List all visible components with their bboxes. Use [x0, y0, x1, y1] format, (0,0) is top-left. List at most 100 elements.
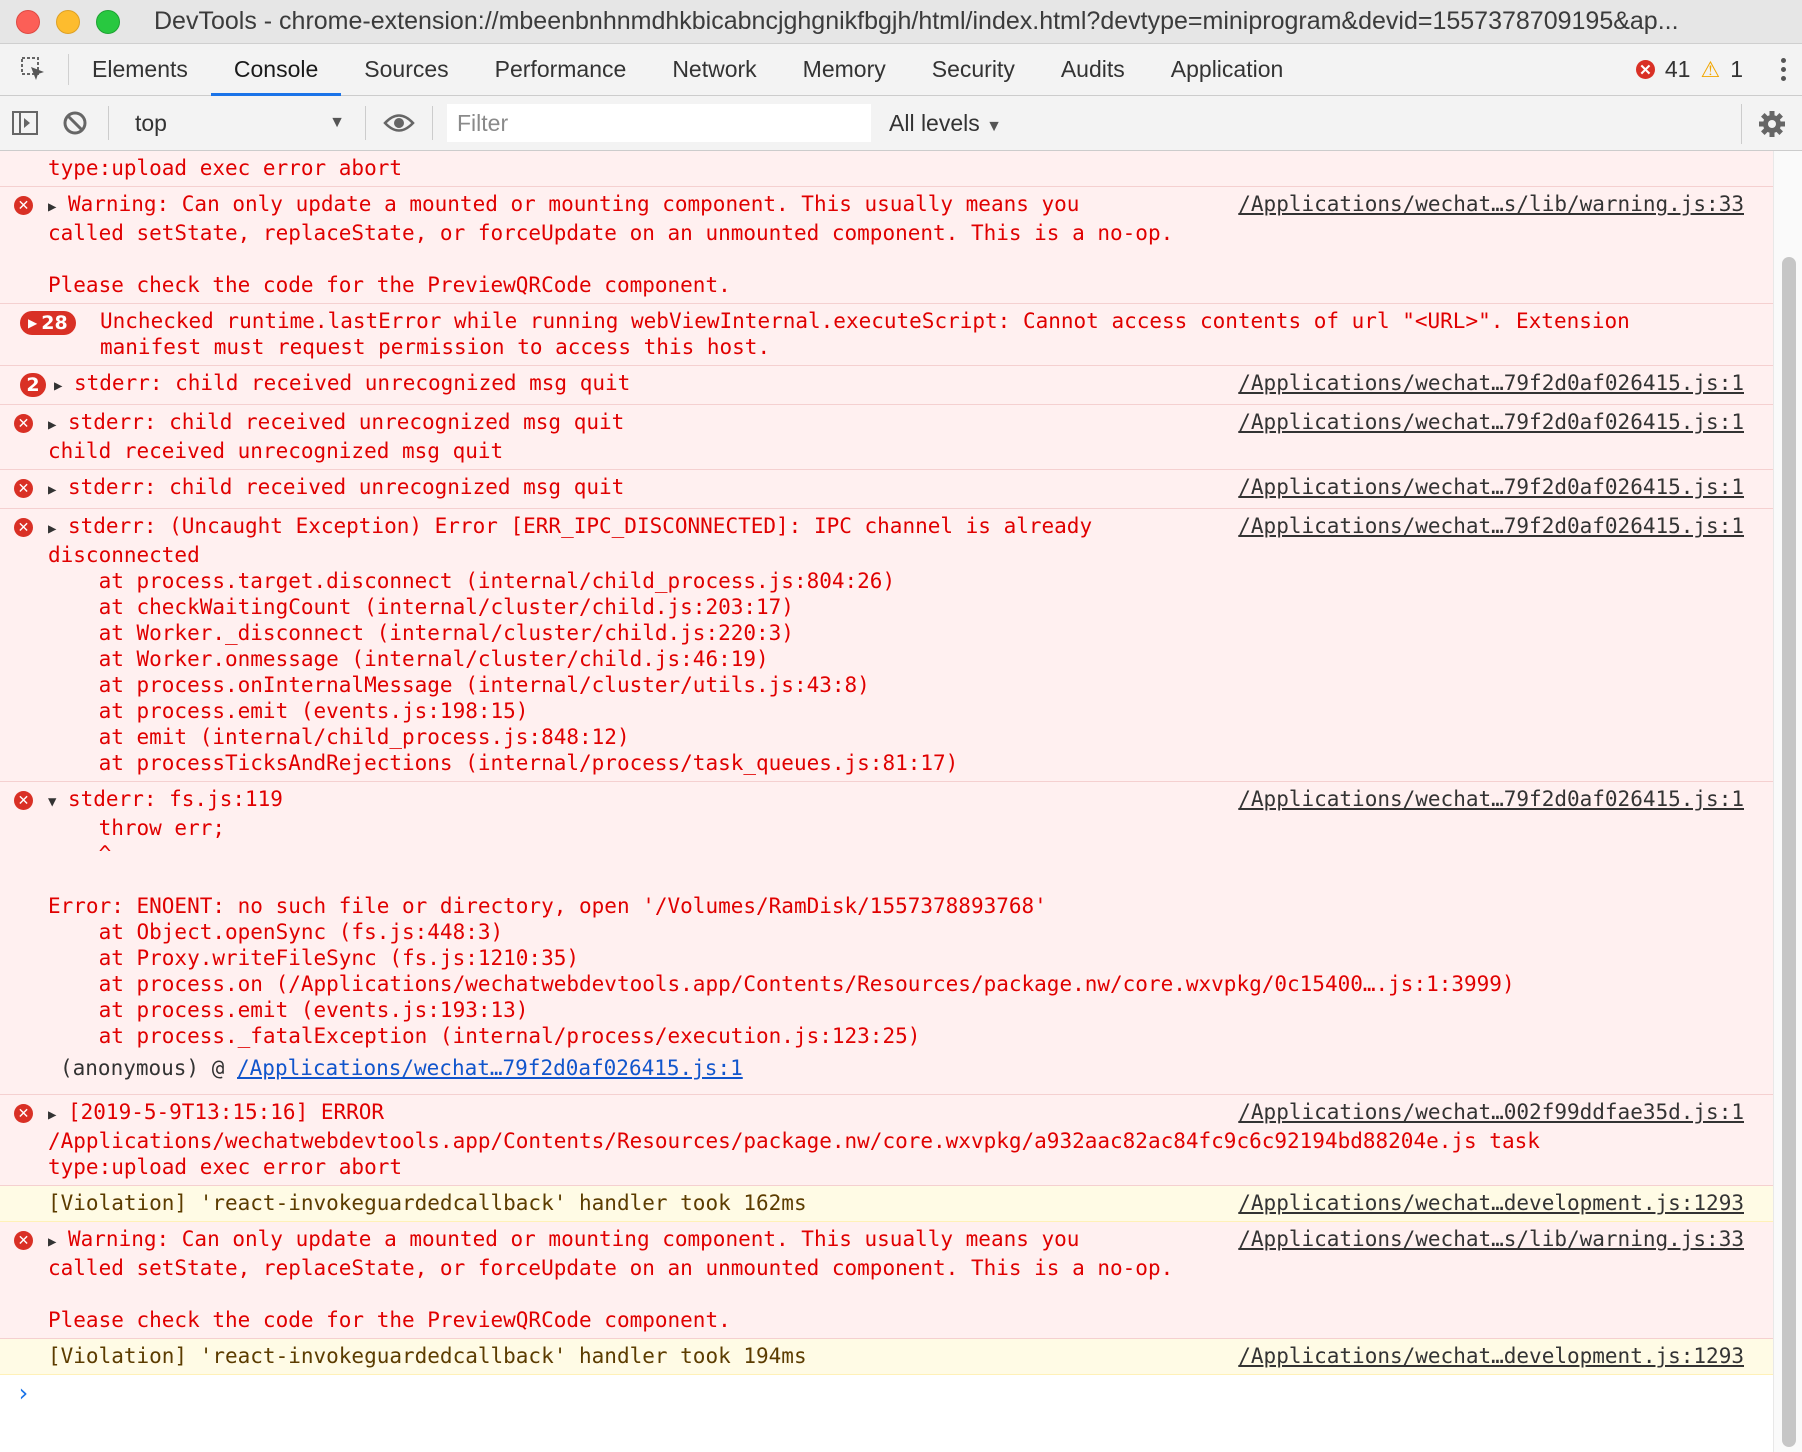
message-text: Unchecked runtime.lastError while runnin… — [100, 309, 1630, 359]
stack-frame-row: (anonymous) @ /Applications/wechat…79f2d… — [48, 1049, 1742, 1089]
source-link[interactable]: /Applications/wechat…s/lib/warning.js:33 — [1238, 191, 1744, 217]
message-text: stderr: child received unrecognized msg … — [74, 371, 631, 395]
more-options-icon[interactable] — [1781, 58, 1786, 81]
expand-arrow-icon[interactable]: ▶ — [48, 1229, 68, 1255]
filter-input[interactable] — [447, 104, 871, 142]
tab-list: Elements Console Sources Performance Network… — [69, 44, 1307, 96]
console-error-message[interactable]: ✕ ▶ stderr: (Uncaught Exception) Error [ER… — [0, 509, 1802, 782]
console-error-message[interactable]: ✕ ▶ [2019-5-9T13:15:16] ERROR /Application… — [0, 1095, 1802, 1186]
expand-arrow-icon[interactable]: ▶ — [48, 412, 68, 438]
window-title: DevTools - chrome-extension://mbeenbnhnm… — [154, 7, 1679, 35]
sidebar-toggle-icon — [12, 111, 38, 135]
source-link[interactable]: /Applications/wechat…79f2d0af026415.js:1 — [1238, 513, 1744, 539]
error-x-icon: ✕ — [14, 791, 33, 810]
badge-arrow-icon: ▶ — [28, 316, 38, 330]
source-link[interactable]: /Applications/wechat…002f99ddfae35d.js:1 — [1238, 1099, 1744, 1125]
error-count[interactable]: 41 — [1665, 56, 1691, 83]
source-link[interactable]: /Applications/wechat…development.js:1293 — [1238, 1343, 1744, 1369]
eye-icon — [383, 114, 415, 132]
error-icon: ✕ — [14, 479, 33, 498]
error-x-icon: ✕ — [14, 1104, 33, 1123]
warning-count[interactable]: 1 — [1730, 56, 1743, 83]
gear-icon — [1759, 111, 1785, 137]
message-text: stderr: (Uncaught Exception) Error [ERR_… — [48, 514, 1093, 775]
console-error-message[interactable]: ✕ ▼ stderr: fs.js:119 throw err; ^ Error: … — [0, 782, 1802, 1095]
expand-arrow-icon[interactable]: ▶ — [48, 477, 68, 503]
tab-console[interactable]: Console — [210, 44, 342, 96]
repeat-count-badge: ▶ 28 — [20, 311, 76, 335]
devtools-tabbar: Elements Console Sources Performance Network… — [0, 44, 1802, 96]
error-x-icon: ✕ — [14, 479, 33, 498]
dropdown-arrow-icon: ▼ — [986, 117, 1002, 135]
stack-frame-link[interactable]: /Applications/wechat…79f2d0af026415.js:1 — [237, 1056, 743, 1080]
log-levels-label: All levels — [889, 109, 980, 136]
stack-frame-label: (anonymous) @ — [60, 1056, 238, 1080]
console-error-message[interactable]: ✕ ▶ stderr: child received unrecognized ms… — [0, 470, 1802, 509]
tab-network[interactable]: Network — [649, 44, 779, 95]
repeat-count-badge: 2 — [20, 373, 46, 397]
source-link[interactable]: /Applications/wechat…79f2d0af026415.js:1 — [1238, 370, 1744, 396]
message-text: [Violation] 'react-invokeguardedcallback… — [48, 1191, 807, 1215]
inspect-element-button[interactable] — [0, 54, 69, 85]
tab-sources[interactable]: Sources — [341, 44, 471, 95]
tab-performance[interactable]: Performance — [472, 44, 650, 95]
source-link[interactable]: /Applications/wechat…s/lib/warning.js:33 — [1238, 1226, 1744, 1252]
warning-count-icon: ⚠ — [1700, 56, 1721, 82]
source-link[interactable]: /Applications/wechat…79f2d0af026415.js:1 — [1238, 786, 1744, 812]
toolbar-divider — [432, 106, 433, 140]
console-warning-message[interactable]: [Violation] 'react-invokeguardedcallback… — [0, 1186, 1802, 1222]
traffic-lights — [0, 9, 136, 34]
clear-console-button[interactable] — [50, 109, 100, 137]
live-expression-button[interactable] — [374, 112, 424, 134]
error-x-icon: ✕ — [14, 518, 33, 537]
error-count-icon: ✕ — [1635, 60, 1655, 79]
error-icon: ✕ — [14, 1104, 33, 1123]
message-text: stderr: child received unrecognized msg … — [68, 475, 625, 499]
console-settings-button[interactable] — [1741, 104, 1792, 144]
tab-memory[interactable]: Memory — [780, 44, 909, 95]
source-link[interactable]: /Applications/wechat…79f2d0af026415.js:1 — [1238, 474, 1744, 500]
collapse-arrow-icon[interactable]: ▼ — [48, 789, 68, 815]
console-error-message[interactable]: 2 ▶ stderr: child received unrecognized ms… — [0, 366, 1802, 405]
console-error-message[interactable]: ✕ ▶ Warning: Can only update a mounted or … — [0, 1222, 1802, 1339]
console-toolbar: top ▼ All levels ▼ — [0, 96, 1802, 151]
console-error-message[interactable]: ✕ ▶ Warning: Can only update a mounted or … — [0, 187, 1802, 304]
error-icon: ✕ — [14, 518, 33, 537]
source-link[interactable]: /Applications/wechat…development.js:1293 — [1238, 1190, 1744, 1216]
repeat-count: 2 — [26, 374, 40, 396]
source-link[interactable]: /Applications/wechat…79f2d0af026415.js:1 — [1238, 409, 1744, 435]
console-warning-message[interactable]: [Violation] 'react-invokeguardedcallback… — [0, 1339, 1802, 1375]
tab-security[interactable]: Security — [909, 44, 1038, 95]
scrollbar-thumb[interactable] — [1782, 257, 1796, 1447]
dropdown-arrow-icon: ▼ — [329, 114, 345, 131]
tab-audits[interactable]: Audits — [1038, 44, 1148, 95]
message-text: stderr: fs.js:119 throw err; ^ Error: EN… — [48, 787, 1515, 1048]
message-text: [Violation] 'react-invokeguardedcallback… — [48, 1344, 807, 1368]
message-text: Warning: Can only update a mounted or mo… — [48, 1227, 1174, 1332]
close-window-button[interactable] — [16, 9, 40, 34]
maximize-window-button[interactable] — [96, 9, 120, 34]
tab-application[interactable]: Application — [1148, 44, 1307, 95]
expand-arrow-icon[interactable]: ▶ — [54, 373, 74, 399]
expand-arrow-icon[interactable]: ▶ — [48, 516, 68, 542]
message-text: Warning: Can only update a mounted or mo… — [48, 192, 1174, 297]
toolbar-divider — [108, 106, 109, 140]
console-error-message[interactable]: ▶ 28 Unchecked runtime.lastError while run… — [0, 304, 1802, 366]
error-x-icon: ✕ — [14, 196, 33, 215]
tabbar-right: ✕ 41 ⚠ 1 — [1635, 44, 1802, 95]
expand-arrow-icon[interactable]: ▶ — [48, 1102, 68, 1128]
clear-console-icon — [63, 111, 87, 135]
window-titlebar: DevTools - chrome-extension://mbeenbnhnm… — [0, 0, 1802, 44]
console-error-message[interactable]: type:upload exec error abort — [0, 151, 1802, 187]
repeat-count: 28 — [41, 312, 68, 334]
tab-elements[interactable]: Elements — [69, 44, 211, 95]
toggle-sidebar-button[interactable] — [0, 110, 50, 136]
console-prompt[interactable]: › — [0, 1375, 1802, 1407]
context-selector[interactable]: top ▼ — [117, 110, 357, 137]
console-messages[interactable]: type:upload exec error abort ✕ ▶ Warning: C… — [0, 151, 1802, 1452]
console-error-message[interactable]: ✕ ▶ stderr: child received unrecognized ms… — [0, 405, 1802, 470]
minimize-window-button[interactable] — [56, 9, 80, 34]
log-levels-dropdown[interactable]: All levels ▼ — [889, 110, 1002, 137]
expand-arrow-icon[interactable]: ▶ — [48, 194, 68, 220]
message-text: type:upload exec error abort — [48, 156, 403, 180]
